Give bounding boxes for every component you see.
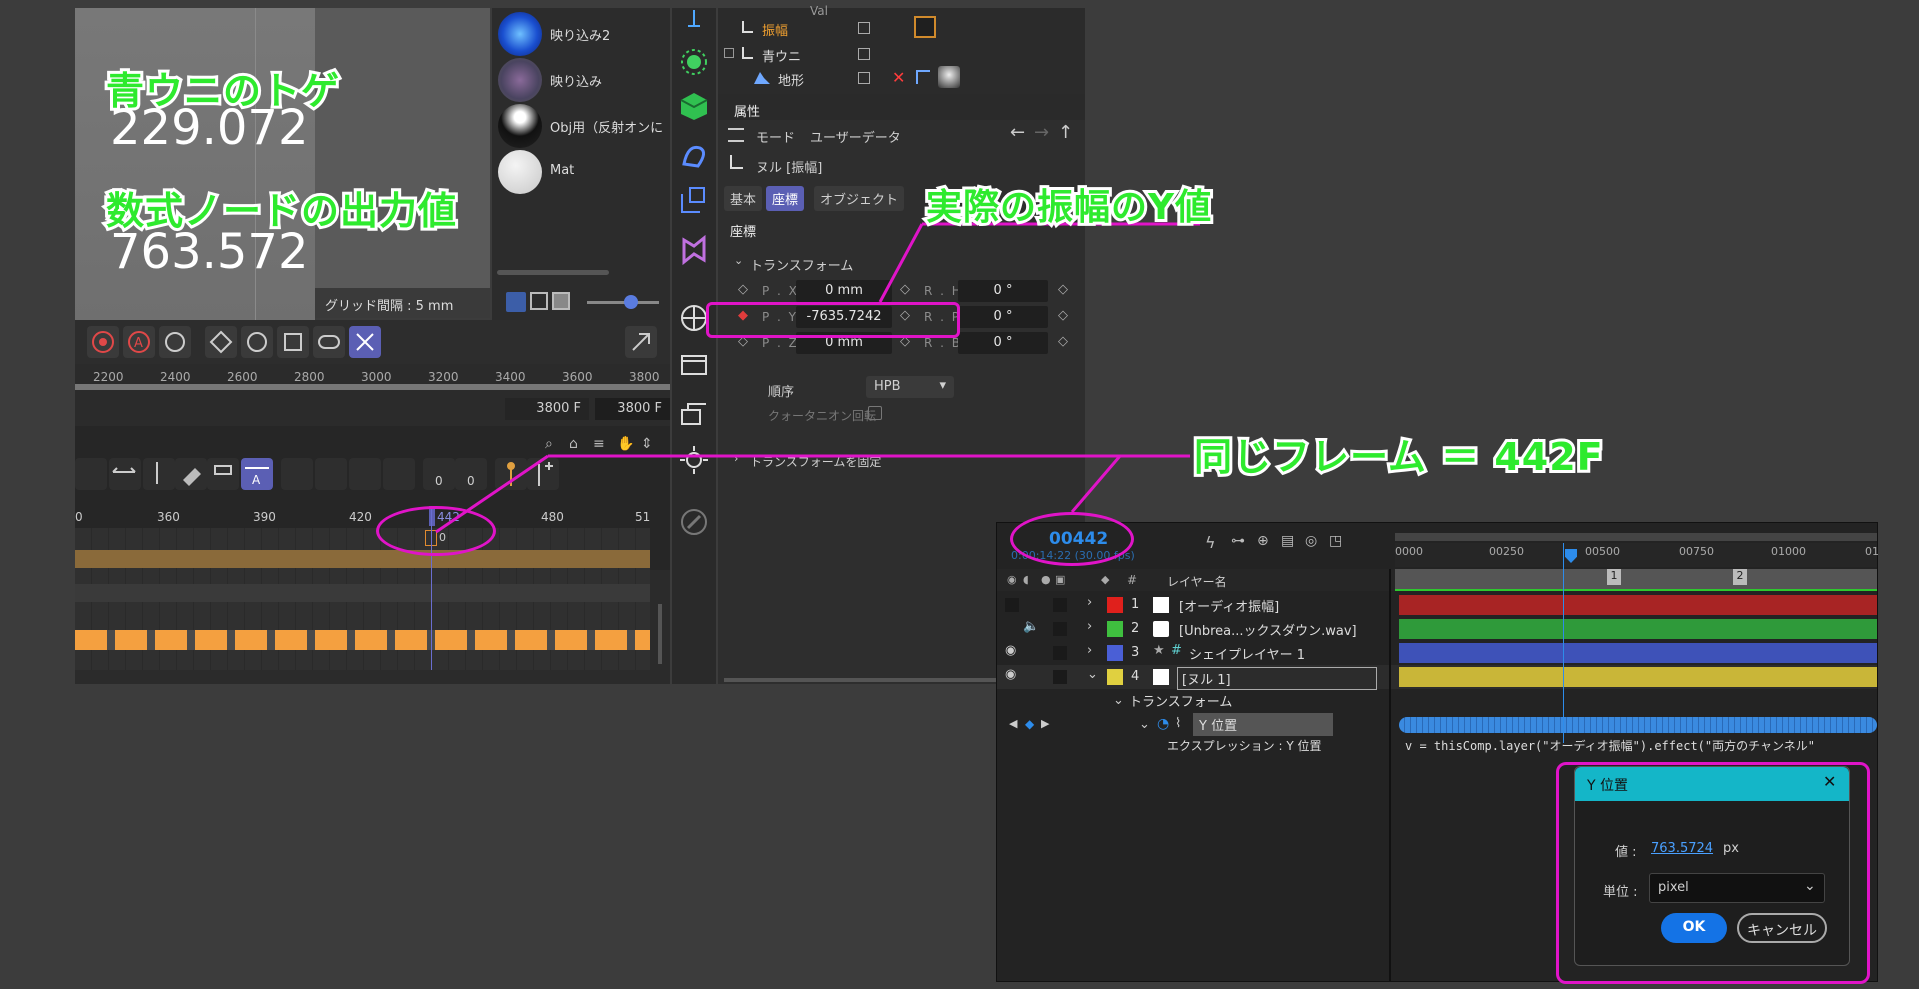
- annotation-lines: [435, 222, 1200, 534]
- annotation-same-frame: 同じフレーム ＝ 442F: [1191, 432, 1606, 482]
- annotation-actual-y: 実際の振幅のY値: [923, 184, 1214, 231]
